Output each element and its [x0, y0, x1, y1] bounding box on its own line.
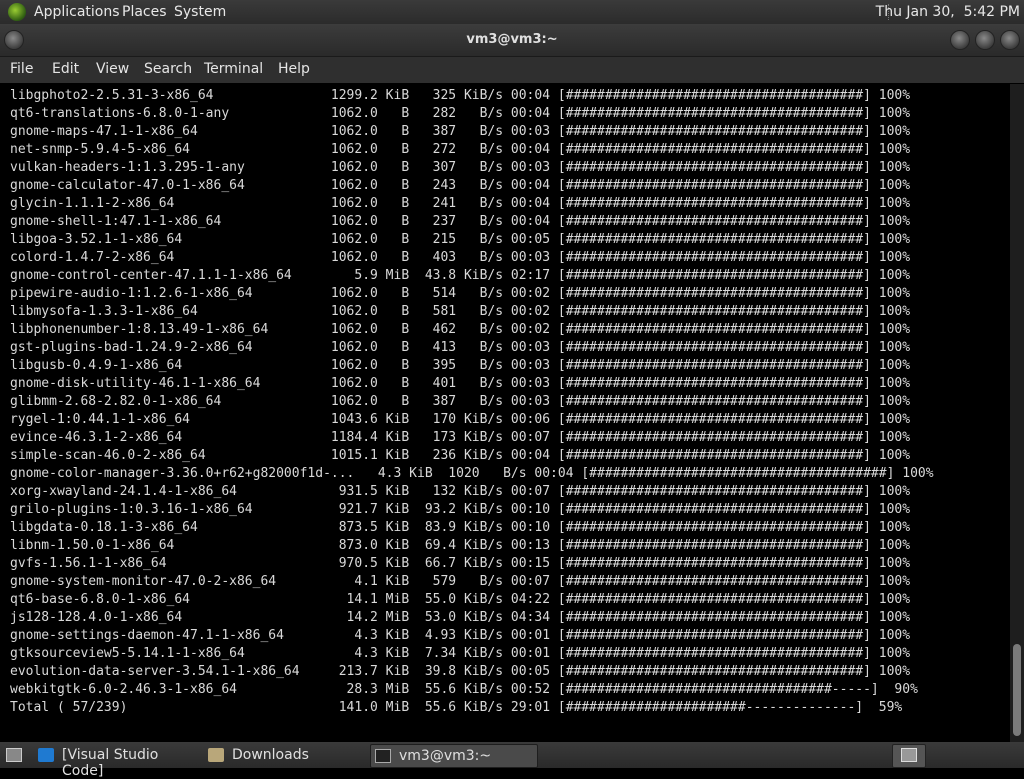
- terminal-line: pipewire-audio-1:1.2.6-1-x86_64 1062.0 B…: [10, 286, 911, 301]
- terminal-line: gnome-shell-1:47.1-1-x86_64 1062.0 B 237…: [10, 214, 911, 229]
- terminal-line: libnm-1.50.0-1-x86_64 873.0 KiB 69.4 KiB…: [10, 538, 911, 553]
- clock[interactable]: Thu Jan 30, 5:42 PM: [876, 4, 1020, 20]
- terminal-line: gnome-disk-utility-46.1-1-x86_64 1062.0 …: [10, 376, 911, 391]
- terminal-line: libgusb-0.4.9-1-x86_64 1062.0 B 395 B/s …: [10, 358, 911, 373]
- terminal-line: webkitgtk-6.0-2.46.3-1-x86_64 28.3 MiB 5…: [10, 682, 918, 697]
- terminal-line: gnome-color-manager-3.36.0+r62+g82000f1d…: [10, 466, 934, 481]
- terminal-line: libgdata-0.18.1-3-x86_64 873.5 KiB 83.9 …: [10, 520, 911, 535]
- terminal-line: xorg-xwayland-24.1.4-1-x86_64 931.5 KiB …: [10, 484, 911, 499]
- vscode-icon: [38, 748, 54, 762]
- terminal-line: gnome-calculator-47.0-1-x86_64 1062.0 B …: [10, 178, 911, 193]
- terminal-line: libgphoto2-2.5.31-3-x86_64 1299.2 KiB 32…: [10, 88, 911, 103]
- menu-help[interactable]: Help: [278, 61, 310, 77]
- close-button[interactable]: [1000, 30, 1020, 50]
- taskbar-item-label: vm3@vm3:~: [399, 748, 492, 764]
- terminal-line: simple-scan-46.0-2-x86_64 1015.1 KiB 236…: [10, 448, 911, 463]
- taskbar-item-label: Downloads: [232, 747, 309, 763]
- terminal-line: grilo-plugins-1:0.3.16-1-x86_64 921.7 Ki…: [10, 502, 911, 517]
- terminal-line: gvfs-1.56.1-1-x86_64 970.5 KiB 66.7 KiB/…: [10, 556, 911, 571]
- terminal-area[interactable]: libgphoto2-2.5.31-3-x86_64 1299.2 KiB 32…: [0, 84, 1010, 742]
- terminal-line: vulkan-headers-1:1.3.295-1-any 1062.0 B …: [10, 160, 911, 175]
- menu-edit[interactable]: Edit: [52, 61, 79, 77]
- terminal-line: libphonenumber-1:8.13.49-1-x86_64 1062.0…: [10, 322, 911, 337]
- terminal-line: net-snmp-5.9.4-5-x86_64 1062.0 B 272 B/s…: [10, 142, 911, 157]
- maximize-button[interactable]: [975, 30, 995, 50]
- menubar: File Edit View Search Terminal Help: [0, 57, 1024, 83]
- terminal-line: glibmm-2.68-2.82.0-1-x86_64 1062.0 B 387…: [10, 394, 911, 409]
- scrollbar-thumb[interactable]: [1013, 644, 1021, 736]
- taskbar-item-terminal[interactable]: vm3@vm3:~: [370, 744, 538, 768]
- menu-view[interactable]: View: [96, 61, 129, 77]
- terminal-line: gtksourceview5-5.14.1-1-x86_64 4.3 KiB 7…: [10, 646, 911, 661]
- workspace-switcher[interactable]: [892, 744, 926, 768]
- terminal-line: rygel-1:0.44.1-1-x86_64 1043.6 KiB 170 K…: [10, 412, 911, 427]
- terminal-line: gnome-system-monitor-47.0-2-x86_64 4.1 K…: [10, 574, 911, 589]
- terminal-line: evolution-data-server-3.54.1-1-x86_64 21…: [10, 664, 911, 679]
- top-panel: Applications Places System Thu Jan 30, 5…: [0, 0, 1024, 24]
- terminal-line: libgoa-3.52.1-1-x86_64 1062.0 B 215 B/s …: [10, 232, 911, 247]
- system-logo-icon[interactable]: [8, 3, 26, 21]
- places-menu[interactable]: Places: [122, 4, 167, 20]
- folder-icon: [208, 748, 224, 762]
- applications-menu[interactable]: Applications: [34, 4, 120, 20]
- terminal-line: gnome-control-center-47.1.1-1-x86_64 5.9…: [10, 268, 911, 283]
- desktop-icon: [6, 748, 22, 762]
- terminal-line: gnome-maps-47.1-1-x86_64 1062.0 B 387 B/…: [10, 124, 911, 139]
- terminal-output: libgphoto2-2.5.31-3-x86_64 1299.2 KiB 32…: [10, 87, 934, 717]
- system-menu[interactable]: System: [174, 4, 226, 20]
- terminal-line: qt6-translations-6.8.0-1-any 1062.0 B 28…: [10, 106, 911, 121]
- terminal-line: glycin-1.1.1-2-x86_64 1062.0 B 241 B/s 0…: [10, 196, 911, 211]
- taskbar-item-vscode[interactable]: [Visual Studio Code]: [34, 744, 194, 779]
- terminal-line: colord-1.4.7-2-x86_64 1062.0 B 403 B/s 0…: [10, 250, 911, 265]
- taskbar-item-label: [Visual Studio Code]: [62, 747, 159, 779]
- menu-file[interactable]: File: [10, 61, 33, 77]
- terminal-icon: [375, 749, 391, 763]
- terminal-scrollbar[interactable]: [1010, 84, 1024, 742]
- menu-terminal[interactable]: Terminal: [204, 61, 263, 77]
- menu-search[interactable]: Search: [144, 61, 192, 77]
- show-desktop-button[interactable]: [2, 744, 26, 766]
- bottom-panel: [Visual Studio Code] Downloads vm3@vm3:~: [0, 742, 1024, 779]
- minimize-button[interactable]: [950, 30, 970, 50]
- terminal-line: evince-46.3.1-2-x86_64 1184.4 KiB 173 Ki…: [10, 430, 911, 445]
- terminal-line: js128-128.4.0-1-x86_64 14.2 MiB 53.0 KiB…: [10, 610, 911, 625]
- window-titlebar[interactable]: vm3@vm3:~: [0, 24, 1024, 57]
- terminal-line: qt6-base-6.8.0-1-x86_64 14.1 MiB 55.0 Ki…: [10, 592, 911, 607]
- terminal-line: gnome-settings-daemon-47.1-1-x86_64 4.3 …: [10, 628, 911, 643]
- window-title: vm3@vm3:~: [466, 32, 558, 47]
- terminal-line: Total ( 57/239) 141.0 MiB 55.6 KiB/s 29:…: [10, 700, 903, 715]
- terminal-line: gst-plugins-bad-1.24.9-2-x86_64 1062.0 B…: [10, 340, 911, 355]
- taskbar-item-downloads[interactable]: Downloads: [204, 744, 364, 766]
- workspace-icon: [901, 748, 917, 762]
- terminal-line: libmysofa-1.3.3-1-x86_64 1062.0 B 581 B/…: [10, 304, 911, 319]
